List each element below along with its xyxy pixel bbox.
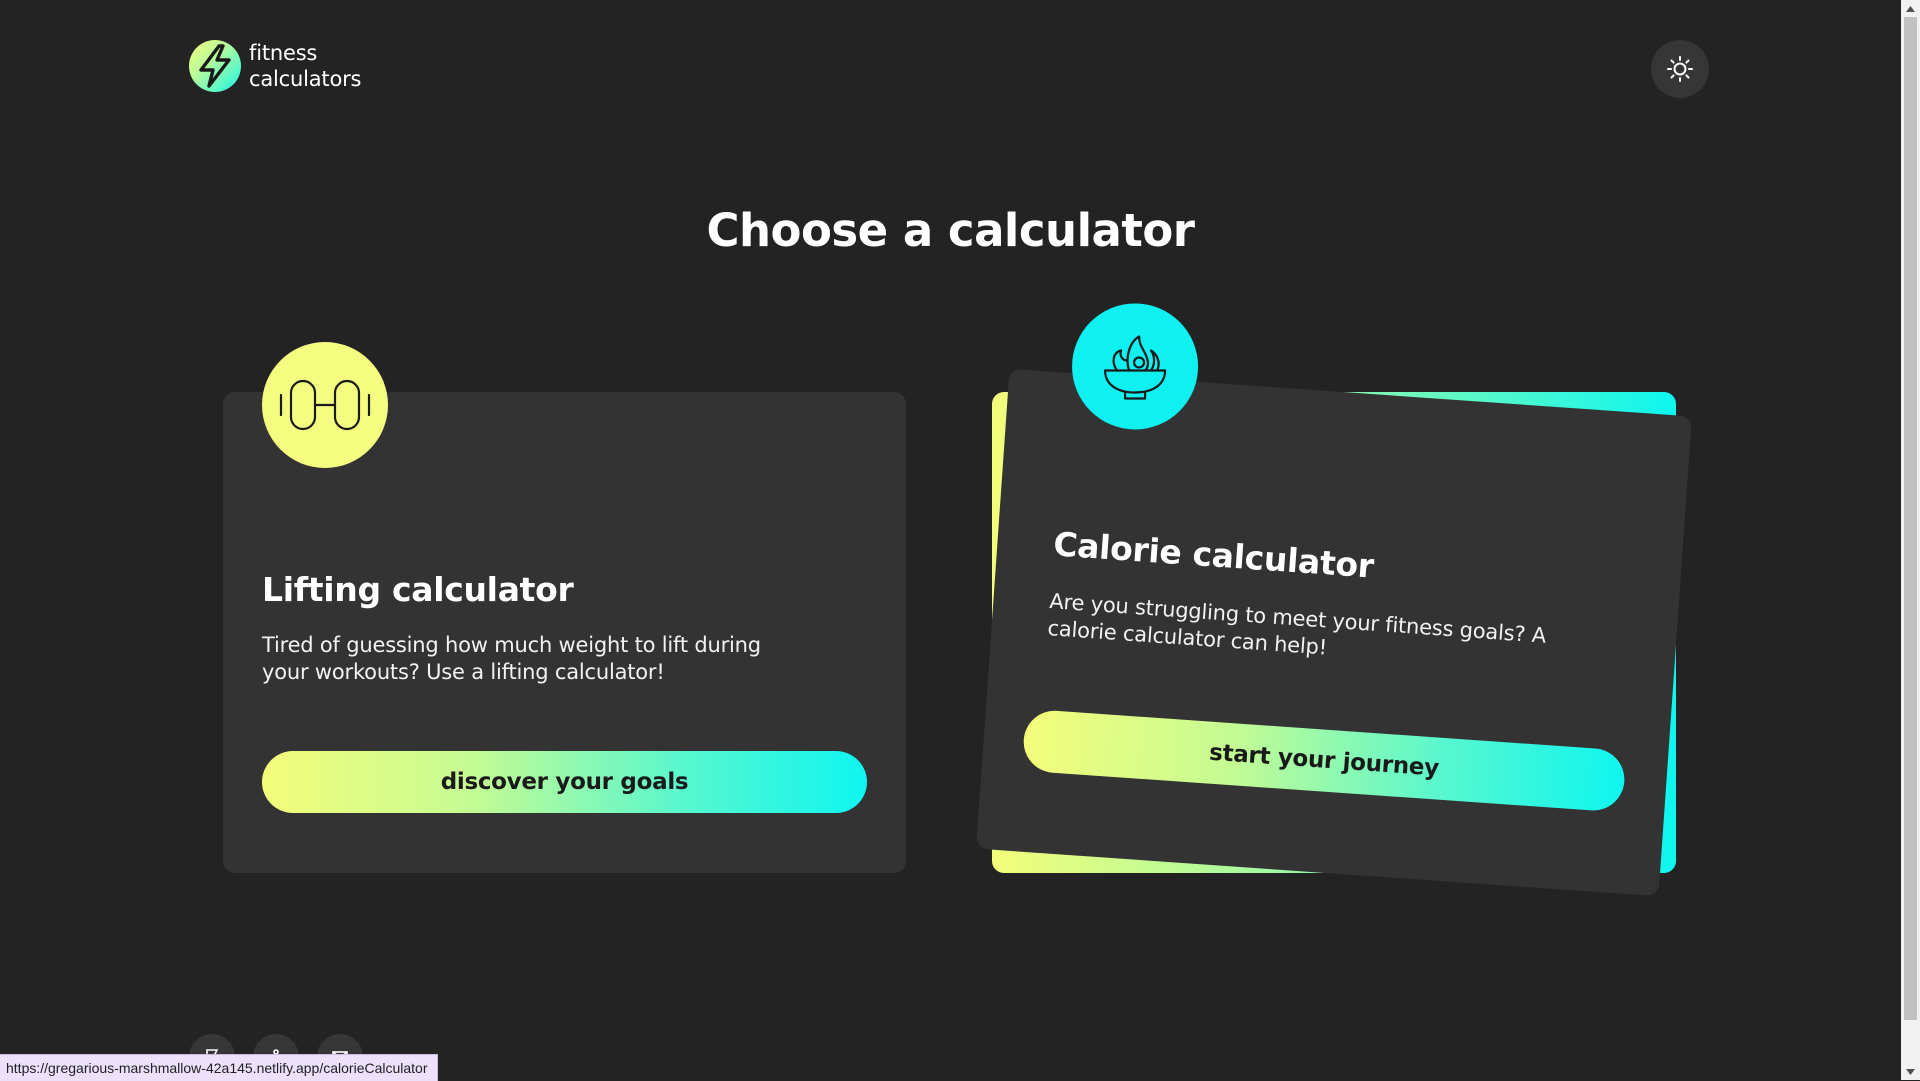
lifting-calculator-card: Lifting calculator Tired of guessing how… bbox=[223, 342, 906, 873]
logo-text: fitness calculators bbox=[249, 40, 361, 92]
calorie-calculator-description: Are you struggling to meet your fitness … bbox=[1046, 589, 1547, 660]
calorie-calculator-card[interactable]: Calorie calculator Are you struggling to… bbox=[976, 303, 1692, 897]
lightning-bolt-icon bbox=[189, 40, 241, 92]
scroll-down-arrow-icon[interactable] bbox=[1901, 1063, 1920, 1080]
dumbbell-icon bbox=[262, 342, 388, 468]
vertical-scrollbar[interactable] bbox=[1901, 0, 1920, 1080]
sun-icon bbox=[1667, 56, 1693, 82]
theme-toggle-button[interactable] bbox=[1651, 40, 1709, 98]
logo-line-2: calculators bbox=[249, 67, 362, 91]
page-title: Choose a calculator bbox=[706, 204, 1195, 257]
site-logo[interactable]: fitness calculators bbox=[189, 40, 361, 92]
start-your-journey-button[interactable]: start your journey bbox=[1021, 708, 1627, 813]
food-bowl-icon bbox=[1072, 303, 1199, 430]
logo-line-1: fitness bbox=[249, 41, 318, 65]
status-bar-url: https://gregarious-marshmallow-42a145.ne… bbox=[0, 1054, 438, 1081]
scrollbar-thumb[interactable] bbox=[1904, 17, 1917, 1020]
discover-your-goals-button[interactable]: discover your goals bbox=[262, 751, 867, 813]
scroll-up-arrow-icon[interactable] bbox=[1901, 0, 1920, 17]
lifting-calculator-title: Lifting calculator bbox=[262, 570, 574, 609]
page-viewport: fitness calculators Choose a calculator bbox=[0, 0, 1901, 1081]
lifting-calculator-description: Tired of guessing how much weight to lif… bbox=[262, 633, 761, 684]
calorie-calculator-title: Calorie calculator bbox=[1052, 524, 1376, 586]
